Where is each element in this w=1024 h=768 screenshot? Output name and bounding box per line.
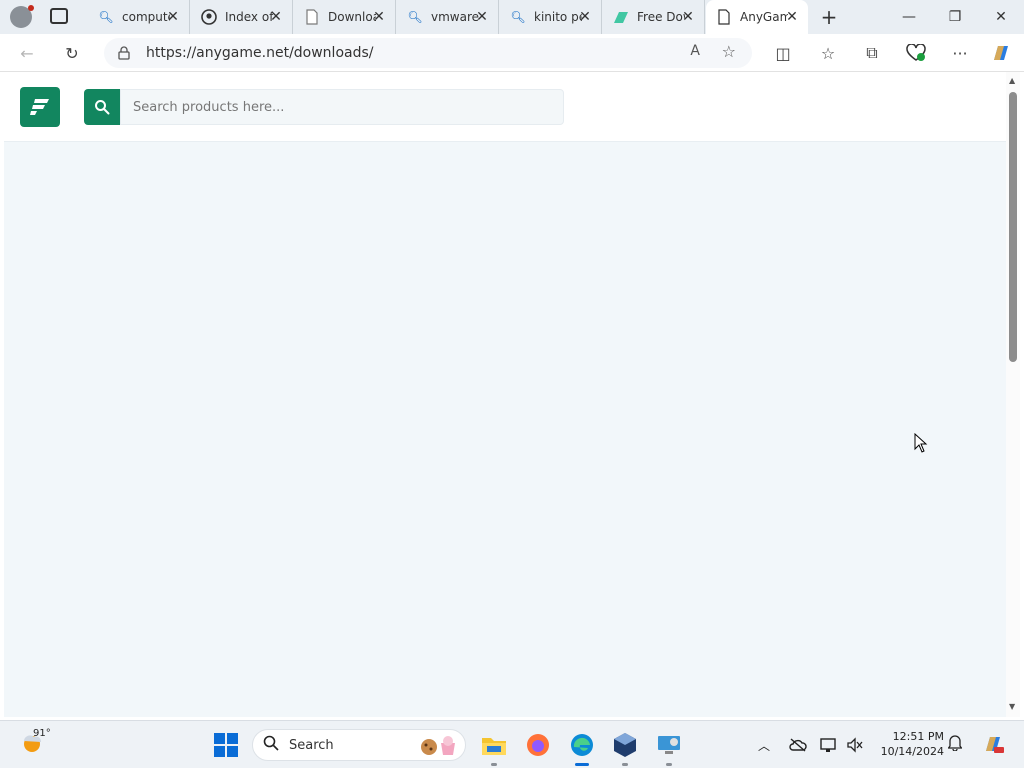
- read-aloud-icon[interactable]: A: [690, 43, 700, 59]
- start-button[interactable]: [214, 733, 238, 757]
- tab-downloads[interactable]: Downloads ✕: [294, 0, 396, 34]
- search-icon: 🔍︎: [510, 10, 526, 24]
- search-icon: 🔍︎: [407, 10, 423, 24]
- page-icon: [716, 9, 732, 25]
- scroll-down-icon[interactable]: ▼: [1009, 702, 1015, 711]
- tab-vmware[interactable]: 🔍︎ vmware ✕: [397, 0, 499, 34]
- clock-time: 12:51 PM: [892, 730, 944, 743]
- close-window-button[interactable]: ✕: [978, 0, 1024, 34]
- refresh-button[interactable]: ↻: [61, 42, 83, 64]
- copilot-icon[interactable]: [990, 42, 1012, 64]
- network-icon[interactable]: [819, 735, 839, 755]
- search-icon: 🔍︎: [98, 10, 114, 24]
- active-indicator: [575, 763, 589, 766]
- taskbar: 91° Search ︿ 12:51 PM 10/14/2024: [0, 720, 1024, 768]
- tab-close-icon[interactable]: ✕: [371, 9, 387, 25]
- firefox-icon[interactable]: [523, 730, 553, 760]
- tab-actions-icon[interactable]: [50, 8, 68, 24]
- cloud-sync-icon[interactable]: [788, 735, 808, 755]
- search-icon: [263, 735, 279, 755]
- restore-button[interactable]: ❐: [932, 0, 978, 34]
- taskbar-search[interactable]: Search: [252, 729, 466, 761]
- tab-close-icon[interactable]: ✕: [577, 9, 593, 25]
- tab-computer[interactable]: 🔍︎ computer ✕: [88, 0, 190, 34]
- page-scrollbar[interactable]: ▲ ▼: [1006, 72, 1020, 717]
- favorite-star-icon[interactable]: ☆: [722, 42, 736, 61]
- clock-date: 10/14/2024: [880, 745, 944, 758]
- tab-title: AnyGame: [740, 10, 788, 24]
- lock-icon[interactable]: [118, 46, 132, 60]
- copilot-tray-icon[interactable]: [982, 733, 1004, 755]
- address-bar[interactable]: https://anygame.net/downloads/ A ☆: [104, 38, 752, 68]
- search-highlight-icon: [419, 735, 459, 761]
- browser-toolbar: ← ↻ https://anygame.net/downloads/ A ☆ ◫…: [0, 34, 1024, 72]
- running-indicator: [666, 763, 672, 766]
- favorites-icon[interactable]: ☆: [817, 42, 839, 64]
- mouse-cursor-icon: [914, 432, 928, 456]
- browser-essentials-icon[interactable]: [905, 42, 927, 64]
- product-search-input[interactable]: [120, 89, 564, 125]
- running-indicator: [622, 763, 628, 766]
- file-explorer-icon[interactable]: [479, 730, 509, 766]
- notification-dot: [28, 5, 34, 11]
- split-screen-icon[interactable]: ◫: [772, 42, 794, 64]
- back-button[interactable]: ←: [16, 42, 38, 64]
- collections-icon[interactable]: ⧉: [861, 42, 883, 64]
- volume-muted-icon[interactable]: [845, 735, 865, 755]
- url-text[interactable]: https://anygame.net/downloads/: [146, 45, 374, 61]
- tab-close-icon[interactable]: ✕: [474, 9, 490, 25]
- tab-anygame[interactable]: AnyGame ✕: [706, 0, 808, 34]
- document-icon: [304, 9, 320, 25]
- more-menu-icon[interactable]: ···: [949, 42, 971, 64]
- tab-title: kinito pet: [534, 10, 582, 24]
- tab-close-icon[interactable]: ✕: [784, 9, 800, 25]
- scroll-up-icon[interactable]: ▲: [1009, 76, 1015, 85]
- page-viewport: [4, 72, 1006, 717]
- scrollbar-thumb[interactable]: [1009, 92, 1017, 362]
- remote-desktop-icon[interactable]: [654, 730, 684, 766]
- tab-title: computer: [122, 10, 170, 24]
- tab-close-icon[interactable]: ✕: [268, 9, 284, 25]
- site-logo[interactable]: [20, 87, 60, 127]
- tray-overflow-chevron-icon[interactable]: ︿: [758, 737, 770, 754]
- minimize-button[interactable]: —: [886, 0, 932, 34]
- system-clock[interactable]: 12:51 PM 10/14/2024: [874, 729, 944, 759]
- tab-title: vmware: [431, 10, 479, 24]
- tab-free-download[interactable]: Free Download ✕: [603, 0, 705, 34]
- tab-title: Free Download: [637, 10, 685, 24]
- weather-temp: 91°: [33, 728, 51, 739]
- tab-close-icon[interactable]: ✕: [165, 9, 181, 25]
- tab-title: Index of: [225, 10, 273, 24]
- tab-close-icon[interactable]: ✕: [680, 9, 696, 25]
- new-tab-button[interactable]: +: [817, 6, 841, 28]
- virtualbox-icon[interactable]: [610, 730, 640, 766]
- github-icon: [201, 9, 217, 25]
- search-button[interactable]: [84, 89, 120, 125]
- leaf-icon: [613, 9, 629, 25]
- tab-kinito[interactable]: 🔍︎ kinito pet ✕: [500, 0, 602, 34]
- taskbar-search-label: Search: [289, 737, 334, 753]
- running-indicator: [491, 763, 497, 766]
- tab-title: Downloads: [328, 10, 376, 24]
- site-header: [4, 72, 1006, 142]
- notification-bell-icon[interactable]: [947, 735, 963, 755]
- tab-index-of[interactable]: Index of ✕: [191, 0, 293, 34]
- edge-icon[interactable]: [567, 730, 597, 766]
- tab-strip: 🔍︎ computer ✕ Index of ✕ Downloads ✕ 🔍︎ …: [0, 0, 1024, 34]
